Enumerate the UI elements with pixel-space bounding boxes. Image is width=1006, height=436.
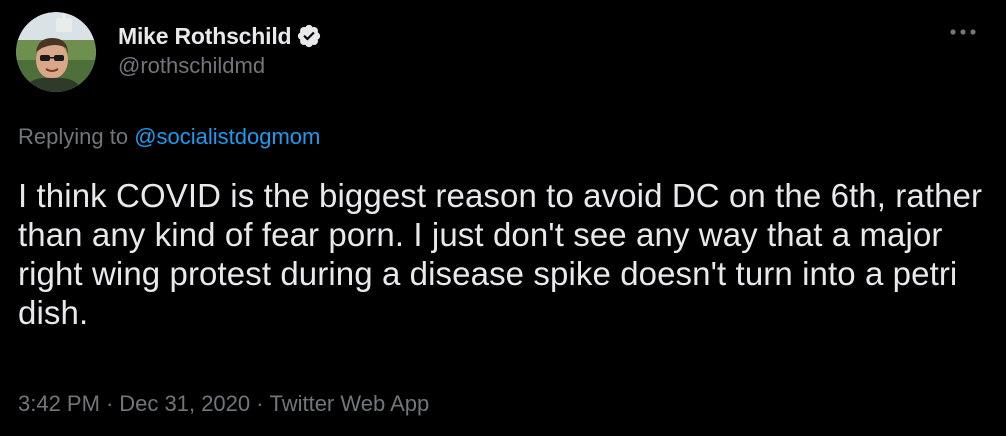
reply-prefix: Replying to [18, 124, 135, 149]
tweet-meta: 3:42 PM · Dec 31, 2020 · Twitter Web App [18, 391, 429, 417]
author-handle[interactable]: @rothschildmd [118, 53, 322, 79]
tweet-time[interactable]: 3:42 PM [18, 391, 100, 416]
tweet-date[interactable]: Dec 31, 2020 [119, 391, 250, 416]
tweet: Mike Rothschild @rothschildmd Replying t… [0, 0, 1006, 436]
verified-badge-icon [296, 23, 322, 49]
avatar[interactable] [16, 12, 96, 92]
reply-mention-link[interactable]: @socialistdogmom [134, 124, 320, 149]
reply-context: Replying to @socialistdogmom [18, 124, 320, 150]
more-horizontal-icon[interactable] [948, 22, 978, 42]
tweet-text: I think COVID is the biggest reason to a… [18, 177, 983, 331]
meta-separator: · [256, 391, 264, 416]
meta-separator: · [105, 391, 114, 416]
name-row: Mike Rothschild [118, 22, 322, 50]
author-block: Mike Rothschild @rothschildmd [118, 22, 322, 79]
author-display-name[interactable]: Mike Rothschild [118, 23, 292, 50]
tweet-source[interactable]: Twitter Web App [269, 391, 429, 416]
